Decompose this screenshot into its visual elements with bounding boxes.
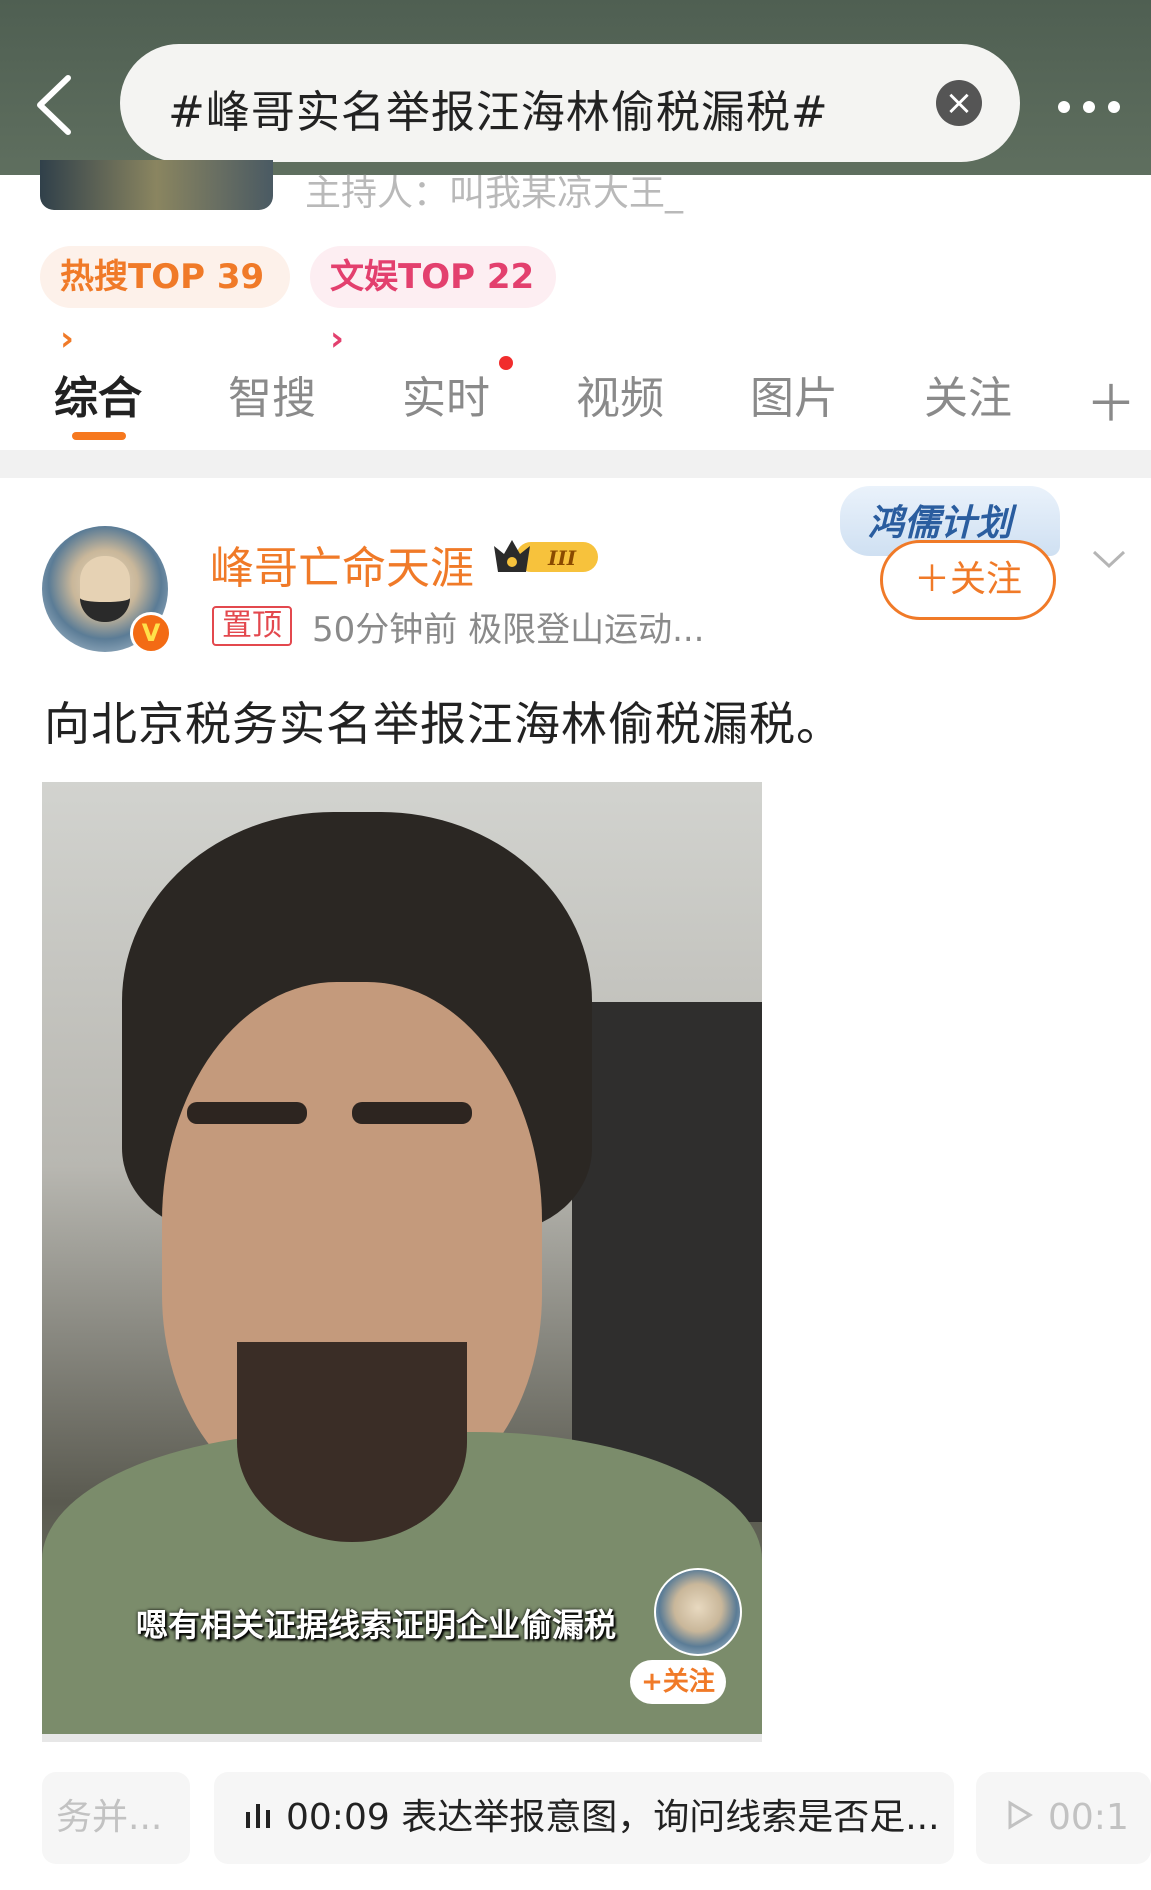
username[interactable]: 峰哥亡命天涯 (210, 532, 474, 596)
entertainment-label: 文娱TOP 22 (330, 257, 535, 297)
chapter-chip-current[interactable]: 00:09 表达举报意图，询问线索是否足... (214, 1772, 954, 1864)
chapter-chip-next[interactable]: 00:1 (976, 1772, 1151, 1864)
verified-icon: V (130, 612, 172, 654)
video-subject-beard (237, 1342, 467, 1542)
audio-wave-icon (244, 1773, 272, 1865)
video-subject-brow (187, 1102, 307, 1124)
plan-label: 鸿儒计划 (868, 503, 1013, 544)
tab-bar: 综合 智搜 实时 视频 图片 关注 ＋ (0, 350, 1151, 450)
entertainment-badge[interactable]: 文娱TOP 22 › (310, 246, 556, 359)
pinned-badge: 置顶 (212, 606, 292, 646)
play-icon (1006, 1773, 1034, 1865)
video-subtitle: 嗯有相关证据线索证明企业偷漏税 (136, 1606, 617, 1644)
video-player[interactable]: 嗯有相关证据线索证明企业偷漏税 +关注 (42, 782, 762, 1742)
svg-text:III: III (547, 546, 577, 570)
follow-button[interactable]: ＋关注 (880, 540, 1056, 620)
search-input[interactable]: #峰哥实名举报汪海林偷税漏税# × (120, 44, 1020, 162)
more-icon[interactable] (1058, 98, 1133, 117)
chevron-down-icon[interactable] (1090, 540, 1128, 578)
chapter-next-time: 00:1 (1048, 1797, 1129, 1838)
back-icon[interactable] (30, 70, 80, 140)
topic-host: 主持人：叫我某凉大王_ (305, 173, 684, 214)
tab-smart-search[interactable]: 智搜 (228, 362, 316, 426)
add-tab-icon[interactable]: ＋ (1086, 364, 1136, 436)
tab-realtime[interactable]: 实时 (402, 362, 490, 426)
post-meta: 50分钟前 极限登山运动... (312, 610, 705, 650)
new-dot (499, 356, 513, 370)
clear-icon[interactable]: × (936, 80, 982, 126)
tab-comprehensive[interactable]: 综合 (54, 362, 142, 426)
tab-following[interactable]: 关注 (924, 362, 1012, 426)
post-text: 向北京税务实名举报汪海林偷税漏税。 (44, 697, 843, 751)
hot-search-label: 热搜TOP 39 (60, 257, 265, 297)
search-query: #峰哥实名举报汪海林偷税漏税# (168, 87, 829, 138)
topic-thumbnail (40, 160, 273, 210)
video-progress-bar[interactable] (42, 1734, 762, 1742)
active-tab-indicator (72, 432, 126, 440)
chapter-text: 00:09 表达举报意图，询问线索是否足... (286, 1797, 940, 1838)
video-subject-brow (352, 1102, 472, 1124)
chapter-chip-prev[interactable]: 务并... (42, 1772, 190, 1864)
member-crown-icon[interactable]: III (490, 534, 605, 578)
video-avatar[interactable] (654, 1568, 742, 1656)
tab-images[interactable]: 图片 (750, 362, 838, 426)
tab-video[interactable]: 视频 (576, 362, 664, 426)
section-divider (0, 450, 1151, 478)
top-bar: #峰哥实名举报汪海林偷税漏税# × (0, 0, 1151, 175)
video-follow-button[interactable]: +关注 (630, 1660, 726, 1704)
hot-search-badge[interactable]: 热搜TOP 39 › (40, 246, 290, 359)
background-shelf (572, 1002, 762, 1522)
